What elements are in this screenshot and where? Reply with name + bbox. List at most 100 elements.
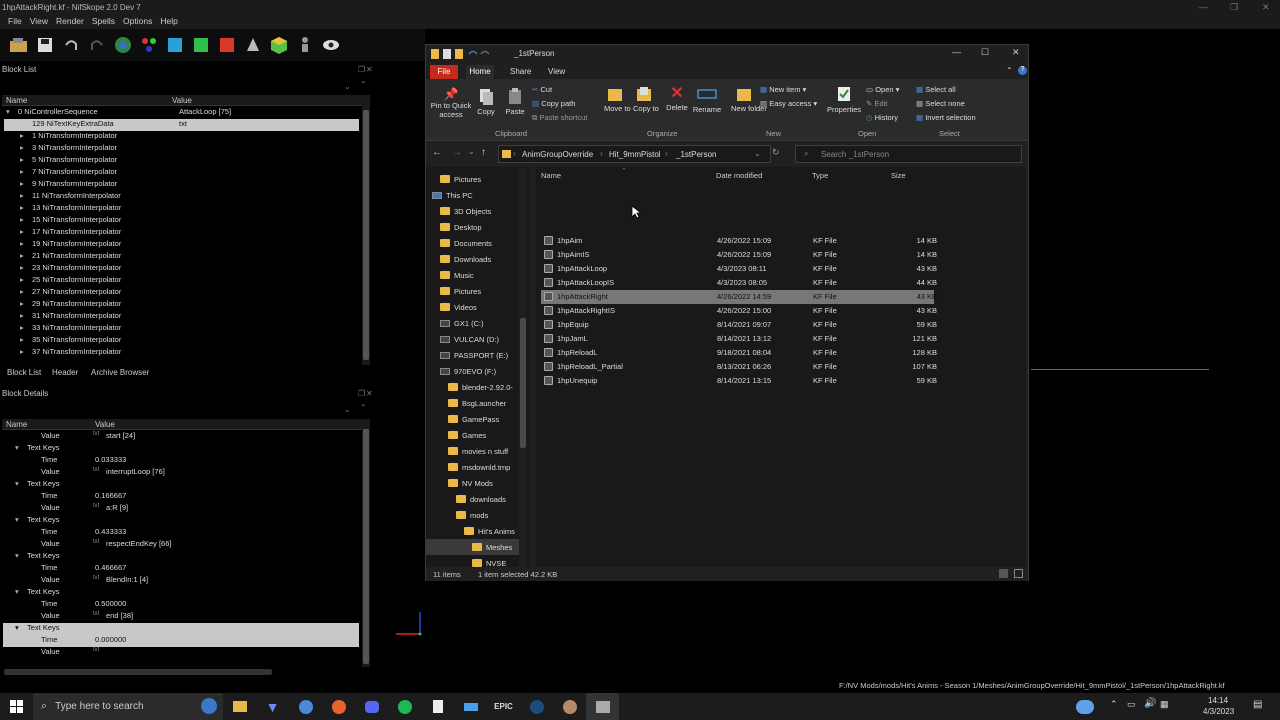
block-list-row[interactable]: ▸ 17 NiTransformInterpolator (4, 227, 359, 239)
quick-access-toolbar-icon[interactable] (431, 49, 491, 60)
address-bar[interactable]: › AnimGroupOverride › Hit_9mmPistol › _1… (498, 145, 771, 163)
panel-float-icon[interactable]: ❐ (358, 389, 365, 398)
steam-taskbar-icon[interactable] (520, 693, 553, 720)
walk-icon[interactable] (294, 34, 316, 56)
view-flip-icon[interactable] (242, 34, 264, 56)
details-view-icon[interactable] (999, 569, 1008, 578)
nav-item[interactable]: This PC (426, 187, 526, 203)
nav-item[interactable]: Pictures (426, 171, 526, 187)
copy-to-button[interactable]: Copy to (633, 85, 659, 113)
expand-toggle-icon[interactable]: ▸ (20, 299, 24, 308)
detail-row[interactable]: ▾ Text Keys (3, 623, 359, 635)
nifskope-taskbar-icon[interactable] (586, 693, 619, 720)
block-list-row[interactable]: ▸ 5 NiTransformInterpolator (4, 155, 359, 167)
nav-item[interactable]: Documents (426, 235, 526, 251)
file-explorer-taskbar-icon[interactable] (223, 693, 256, 720)
detail-row[interactable]: Value txt interruptLoop [76] (3, 467, 359, 479)
detail-value[interactable]: 0.033333 (95, 455, 126, 464)
file-row[interactable]: 1hpAttackLoop 4/3/2023 08:11 KF File 43 KB (541, 262, 937, 276)
expand-toggle-icon[interactable]: ▸ (20, 311, 24, 320)
col-value[interactable]: Value (91, 419, 119, 429)
menu-spells[interactable]: Spells (88, 15, 119, 29)
col-value[interactable]: Value (168, 95, 196, 105)
nav-item[interactable]: VULCAN (D:) (426, 331, 526, 347)
detail-value[interactable]: 0.000000 (95, 635, 126, 644)
epic-games-taskbar-icon[interactable]: EPIC (487, 693, 520, 720)
detail-value[interactable]: a:R [9] (106, 503, 128, 512)
nav-item[interactable]: downloads (426, 491, 526, 507)
recent-dropdown-icon[interactable]: ⌄ (468, 147, 475, 156)
detail-row[interactable]: ▾ Text Keys (3, 443, 359, 455)
detail-row[interactable]: Time 0.466667 (3, 563, 359, 575)
nav-item[interactable]: Games (426, 427, 526, 443)
block-list-row[interactable]: ▸ 11 NiTransformInterpolator (4, 191, 359, 203)
select-all-button[interactable]: ▦ Select all (916, 85, 956, 94)
tab-archive-browser[interactable]: Archive Browser (91, 368, 149, 377)
view-front-icon[interactable] (164, 34, 186, 56)
detail-row[interactable]: Value txt start [24] (3, 431, 359, 443)
horizontal-scrollbar[interactable] (4, 669, 272, 675)
block-list-row[interactable]: ▸ 3 NiTransformInterpolator (4, 143, 359, 155)
rename-button[interactable]: Rename (692, 85, 722, 114)
nav-item[interactable]: NV Mods (426, 475, 526, 491)
detail-row[interactable]: Time 0.166667 (3, 491, 359, 503)
up-icon[interactable]: ↑ (481, 147, 486, 158)
tab-header[interactable]: Header (52, 368, 78, 377)
pin-quick-access-button[interactable]: 📌 Pin to Quick access (429, 87, 473, 119)
view-user-icon[interactable] (268, 34, 290, 56)
select-object-icon[interactable] (112, 34, 134, 56)
detail-row[interactable]: Value txt BlendIn:1 [4] (3, 575, 359, 587)
transform-icon[interactable] (138, 34, 160, 56)
block-list-row[interactable]: ▸ 13 NiTransformInterpolator (4, 203, 359, 215)
undo-icon[interactable] (60, 34, 82, 56)
app-taskbar-icon[interactable] (454, 693, 487, 720)
block-list-row[interactable]: ▸ 21 NiTransformInterpolator (4, 251, 359, 263)
tab-block-list[interactable]: Block List (7, 368, 41, 377)
expand-toggle-icon[interactable]: ▾ (15, 443, 19, 452)
expand-toggle-icon[interactable]: ▸ (20, 191, 24, 200)
panel-close-icon[interactable]: ✕ (366, 389, 373, 398)
ribbon-collapse-icon[interactable]: ⌃ (1006, 66, 1013, 75)
refresh-icon[interactable]: ↻ (772, 147, 780, 158)
spotify-taskbar-icon[interactable] (388, 693, 421, 720)
block-list-row[interactable]: ▸ 37 NiTransformInterpolator (4, 347, 359, 359)
detail-row[interactable]: Value txt end [38] (3, 611, 359, 623)
file-row[interactable]: 1hpAttackLoopIS 4/3/2023 08:05 KF File 44 K… (541, 276, 937, 290)
show-hidden-icons[interactable]: ⌃ (1110, 699, 1118, 710)
expand-toggle-icon[interactable]: ▸ (20, 215, 24, 224)
nav-item[interactable]: BsgLauncher (426, 395, 526, 411)
detail-value[interactable]: start [24] (106, 431, 135, 440)
move-to-button[interactable]: Move to (604, 85, 631, 113)
detail-row[interactable]: ▾ Text Keys (3, 551, 359, 563)
block-list-row[interactable]: ▸ 7 NiTransformInterpolator (4, 167, 359, 179)
back-icon[interactable]: ← (432, 147, 442, 158)
block-list-row[interactable]: 129 NiTextKeyExtraData txt (4, 119, 359, 131)
discord-taskbar-icon[interactable] (355, 693, 388, 720)
detail-row[interactable]: Time 0.500000 (3, 599, 359, 611)
network-icon[interactable]: ▭ (1127, 699, 1136, 710)
paste-button[interactable]: Paste (502, 87, 528, 116)
block-details-scrollbar[interactable] (362, 419, 370, 667)
nav-item[interactable]: movies n stuff (426, 443, 526, 459)
expand-toggle-icon[interactable]: ▾ (15, 479, 19, 488)
col-date-header[interactable]: Date modified (716, 171, 762, 180)
menu-options[interactable]: Options (119, 15, 156, 29)
tab-home[interactable]: Home (466, 65, 494, 79)
collapse-icon[interactable]: ⌄ (344, 82, 351, 91)
maximize-icon[interactable]: ☐ (981, 47, 989, 58)
new-folder-button[interactable]: New folder (731, 85, 767, 113)
col-size-header[interactable]: Size (891, 171, 906, 180)
select-none-button[interactable]: ▦ Select none (916, 99, 965, 108)
file-row[interactable]: 1hpAttackRightIS 4/26/2022 15:00 KF File 43… (541, 304, 937, 318)
notepad-taskbar-icon[interactable] (421, 693, 454, 720)
clock-date[interactable]: 4/3/2023 (1203, 707, 1234, 716)
collapse-icon[interactable]: ⌄ (344, 405, 351, 414)
panel-close-icon[interactable]: ✕ (366, 65, 373, 74)
detail-value[interactable]: respectEndKey [66] (106, 539, 171, 548)
nav-item[interactable]: Videos (426, 299, 526, 315)
detail-value[interactable]: 0.433333 (95, 527, 126, 536)
expand-toggle-icon[interactable]: ▸ (20, 287, 24, 296)
expand-toggle-icon[interactable]: ▾ (6, 107, 10, 116)
detail-value[interactable]: 0.166667 (95, 491, 126, 500)
game-taskbar-icon[interactable] (553, 693, 586, 720)
